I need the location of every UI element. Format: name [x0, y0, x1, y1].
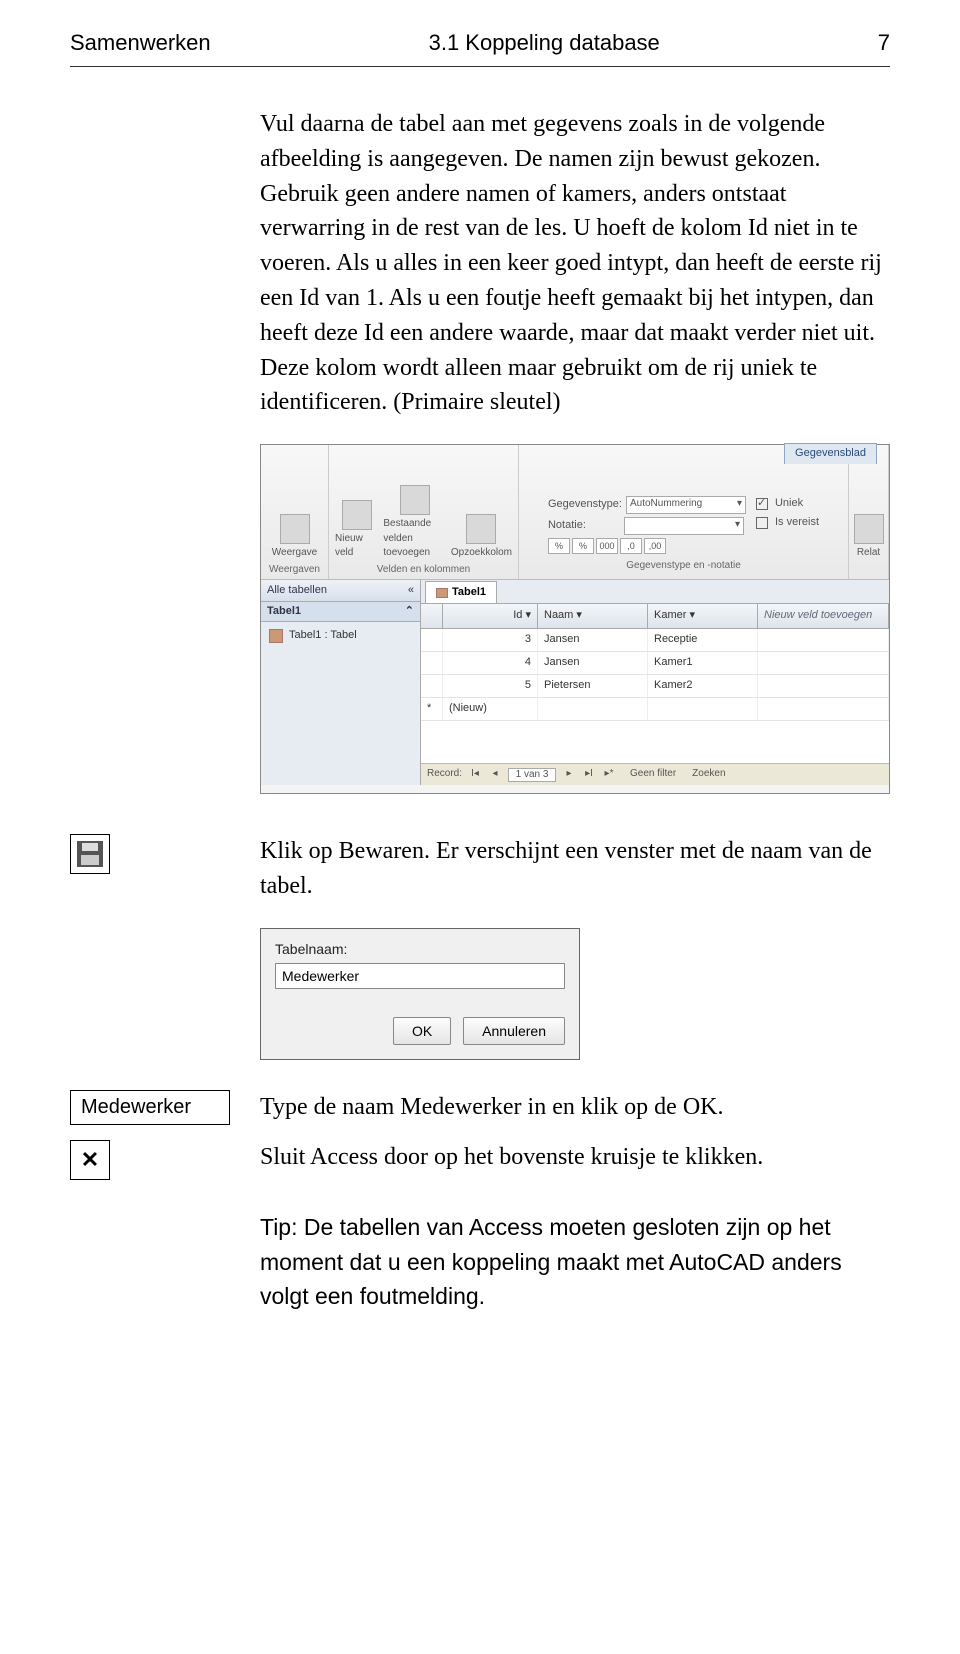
- required-checkbox[interactable]: Is vereist: [756, 515, 819, 531]
- chevron-down-icon: ▾: [576, 609, 582, 621]
- relations-button[interactable]: Relat: [854, 514, 884, 561]
- chevron-down-icon: ▾: [525, 609, 531, 621]
- close-icon: ✕: [70, 1140, 110, 1180]
- table-row[interactable]: 4JansenKamer1: [421, 652, 889, 675]
- paragraph-1: Vul daarna de tabel aan met gegevens zoa…: [260, 107, 890, 420]
- nav-header[interactable]: Alle tabellen«: [261, 580, 420, 602]
- prev-record-button[interactable]: ◂: [488, 768, 502, 782]
- nav-item-table1[interactable]: Tabel1 : Tabel: [261, 622, 420, 650]
- new-field-button[interactable]: Nieuw veld: [335, 500, 379, 561]
- ribbon-tab[interactable]: Gegevensblad: [784, 443, 877, 464]
- table-row[interactable]: 5PietersenKamer2: [421, 675, 889, 698]
- nav-section[interactable]: Tabel1⌃: [261, 602, 420, 622]
- header-page: 7: [878, 30, 890, 56]
- existing-fields-icon: [400, 485, 430, 515]
- format-dropdown[interactable]: ▾: [624, 517, 744, 535]
- last-record-button[interactable]: ▸I: [582, 768, 596, 782]
- ok-button[interactable]: OK: [393, 1017, 451, 1045]
- relations-icon: [854, 514, 884, 544]
- paragraph-2: Klik op Bewaren. Er verschijnt een venst…: [260, 834, 890, 904]
- save-icon: [70, 834, 110, 874]
- col-id[interactable]: Id ▾: [443, 604, 538, 628]
- chevron-left-icon: «: [408, 583, 414, 599]
- chevron-down-icon: ▾: [735, 518, 740, 533]
- group-label-weergaven: Weergaven: [269, 563, 320, 578]
- table-row-new[interactable]: *(Nieuw): [421, 698, 889, 721]
- col-naam[interactable]: Naam ▾: [538, 604, 648, 628]
- tip-paragraph: Tip: De tabellen van Access moeten geslo…: [260, 1210, 890, 1314]
- chevron-down-icon: ▾: [737, 497, 742, 512]
- group-label-datatype: Gegevenstype en -notatie: [626, 559, 741, 574]
- checkbox-icon: [756, 517, 768, 529]
- new-field-icon: [342, 500, 372, 530]
- datasheet-tab-bar: Tabel1: [421, 580, 889, 604]
- format-buttons[interactable]: %%000,0,00: [548, 538, 746, 554]
- format-label: Notatie:: [548, 518, 620, 534]
- record-position[interactable]: 1 van 3: [508, 768, 556, 782]
- floppy-icon: [77, 841, 103, 867]
- table-icon: [436, 588, 448, 598]
- header-rule: [70, 66, 890, 67]
- datasheet-grid[interactable]: Id ▾ Naam ▾ Kamer ▾ Nieuw veld toevoegen…: [421, 604, 889, 763]
- table-tab[interactable]: Tabel1: [425, 581, 497, 603]
- first-record-button[interactable]: I◂: [468, 768, 482, 782]
- datatype-label: Gegevenstype:: [548, 497, 622, 513]
- view-button[interactable]: Weergave: [272, 514, 317, 561]
- chevron-down-icon: ▾: [689, 609, 695, 621]
- grid-header: Id ▾ Naam ▾ Kamer ▾ Nieuw veld toevoegen: [421, 604, 889, 629]
- filter-indicator: Geen filter: [630, 767, 676, 782]
- view-icon: [280, 514, 310, 544]
- unique-checkbox[interactable]: Uniek: [756, 496, 819, 512]
- tablename-label: Tabelnaam:: [275, 939, 565, 959]
- header-left: Samenwerken: [70, 30, 211, 56]
- record-label: Record:: [427, 767, 462, 782]
- new-record-button[interactable]: ▸*: [602, 768, 616, 782]
- margin-input-label: Medewerker: [70, 1090, 230, 1125]
- access-screenshot: Gegevensblad Weergave Weergaven Nieuw ve…: [260, 444, 890, 794]
- paragraph-4: Sluit Access door op het bovenste kruisj…: [260, 1140, 890, 1175]
- group-label-fields: Velden en kolommen: [377, 563, 470, 578]
- cancel-button[interactable]: Annuleren: [463, 1017, 565, 1045]
- lookup-column-icon: [466, 514, 496, 544]
- search-box[interactable]: Zoeken: [692, 767, 725, 782]
- chevron-up-icon: ⌃: [405, 604, 414, 620]
- checkbox-icon: [756, 498, 768, 510]
- table-icon: [269, 629, 283, 643]
- header-center: 3.1 Koppeling database: [429, 30, 660, 56]
- page-header: Samenwerken 3.1 Koppeling database 7: [70, 30, 890, 56]
- table-row[interactable]: 3JansenReceptie: [421, 629, 889, 652]
- navigation-pane: Alle tabellen« Tabel1⌃ Tabel1 : Tabel: [261, 580, 421, 785]
- next-record-button[interactable]: ▸: [562, 768, 576, 782]
- col-new-field[interactable]: Nieuw veld toevoegen: [758, 604, 889, 628]
- save-dialog: Tabelnaam: OK Annuleren: [260, 928, 580, 1060]
- datatype-dropdown[interactable]: AutoNummering▾: [626, 496, 746, 514]
- lookup-column-button[interactable]: Opzoekkolom: [451, 514, 512, 561]
- tablename-input[interactable]: [275, 963, 565, 989]
- col-kamer[interactable]: Kamer ▾: [648, 604, 758, 628]
- paragraph-3: Type de naam Medewerker in en klik op de…: [260, 1090, 890, 1125]
- ribbon: Gegevensblad Weergave Weergaven Nieuw ve…: [261, 445, 889, 580]
- record-navigator: Record: I◂ ◂ 1 van 3 ▸ ▸I ▸* Geen filter…: [421, 763, 889, 785]
- existing-fields-button[interactable]: Bestaande velden toevoegen: [383, 485, 446, 561]
